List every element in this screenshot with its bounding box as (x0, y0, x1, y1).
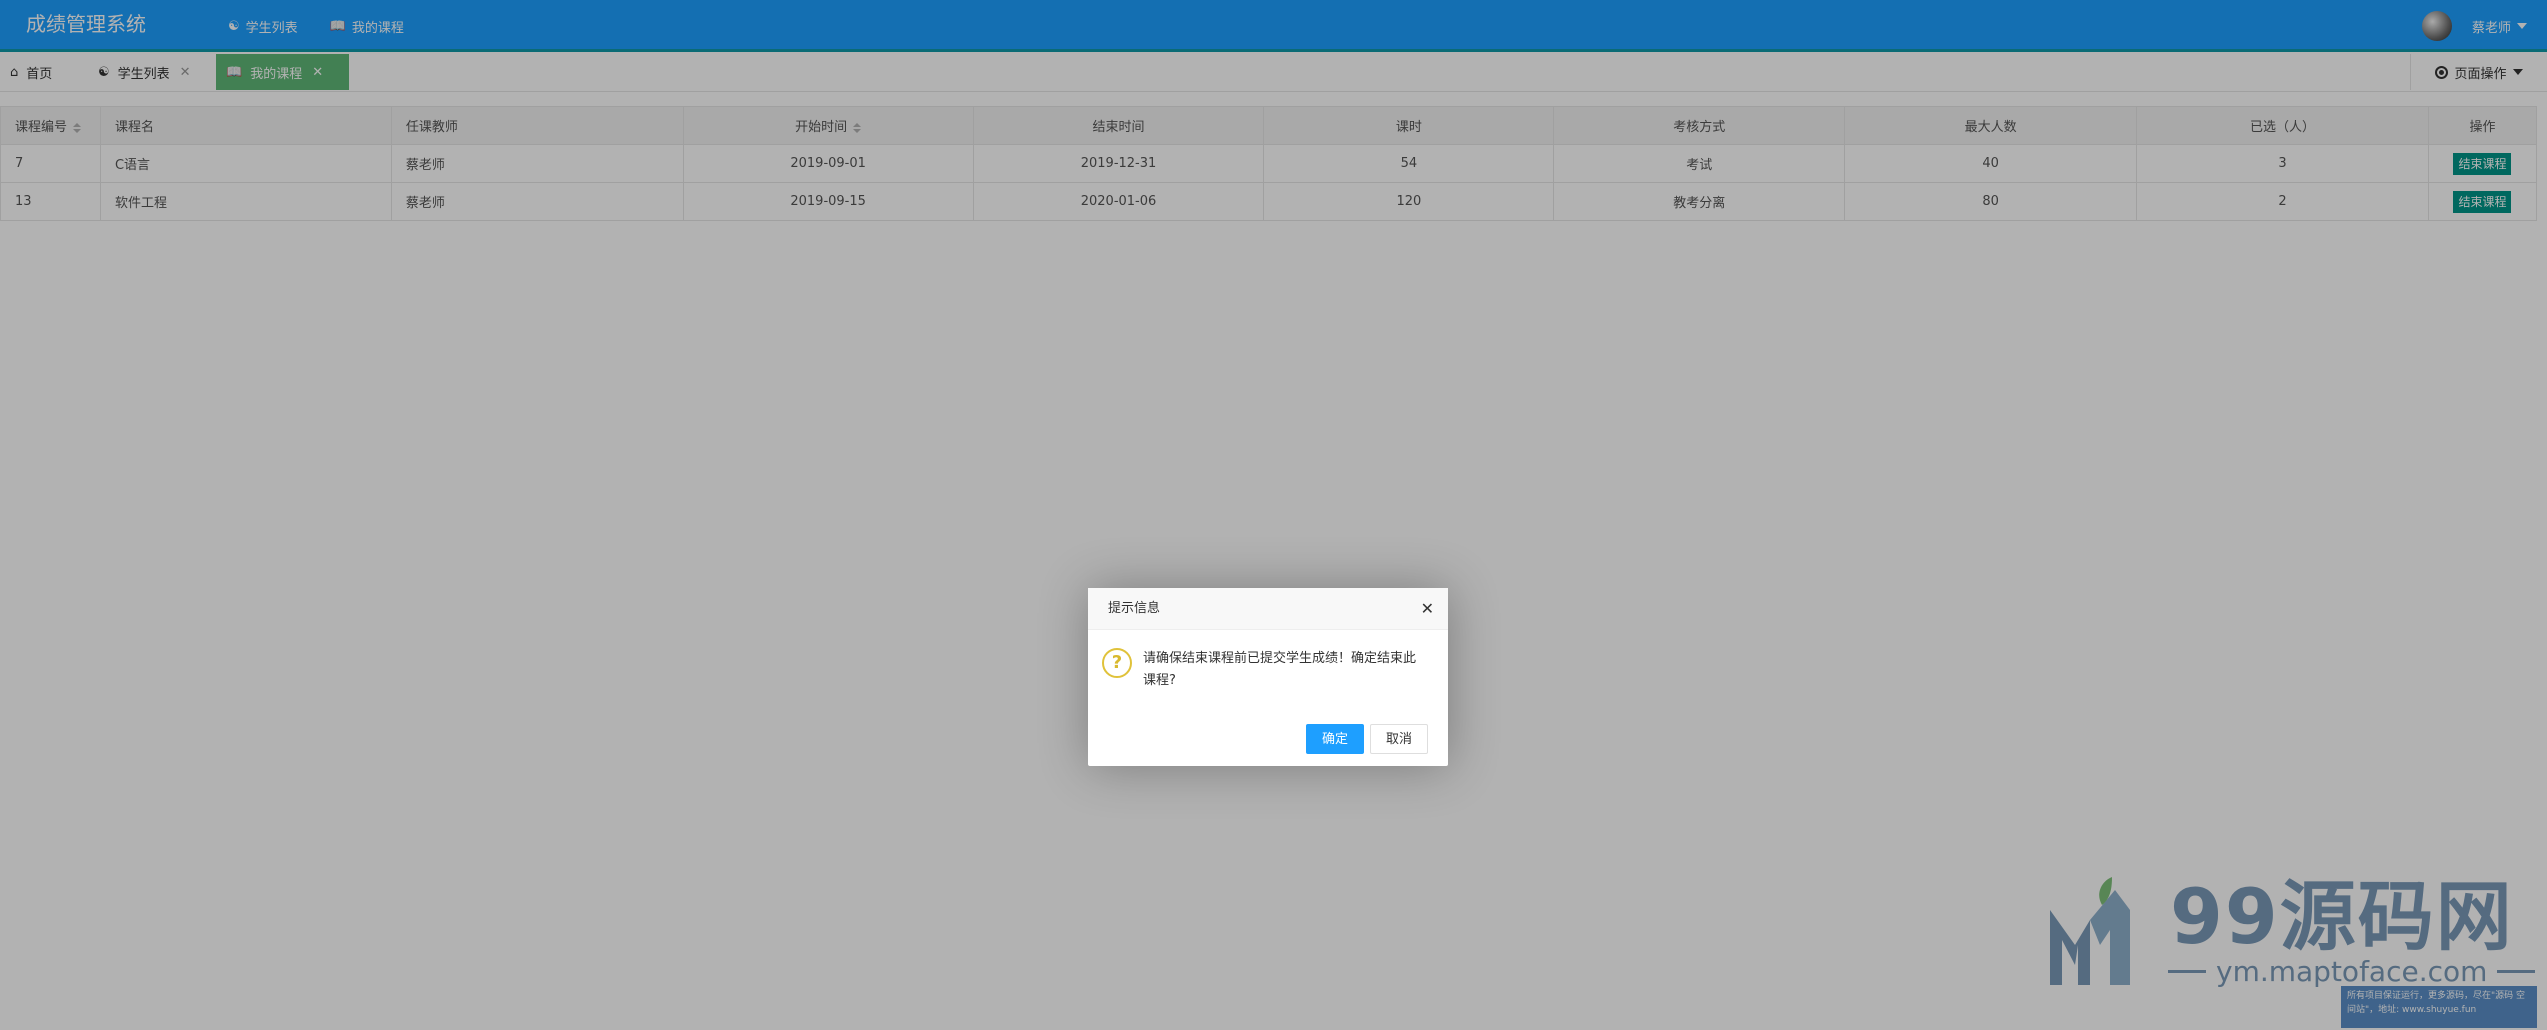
modal-overlay[interactable] (0, 0, 2547, 1030)
dialog-header: 提示信息 ✕ (1088, 588, 1448, 630)
cancel-button[interactable]: 取消 (1369, 724, 1428, 754)
confirm-button[interactable]: 确定 (1305, 724, 1364, 754)
question-icon: ? (1102, 648, 1132, 678)
dialog-buttons: 确定 取消 (1305, 724, 1428, 754)
dialog-title: 提示信息 (1108, 601, 1161, 616)
close-icon[interactable]: ✕ (1421, 588, 1434, 630)
dialog-body: ? 请确保结束课程前已提交学生成绩！确定结束此课程? (1088, 630, 1448, 706)
dialog-message: 请确保结束课程前已提交学生成绩！确定结束此课程? (1143, 651, 1417, 688)
confirm-dialog: 提示信息 ✕ ? 请确保结束课程前已提交学生成绩！确定结束此课程? 确定 取消 (1088, 588, 1448, 766)
